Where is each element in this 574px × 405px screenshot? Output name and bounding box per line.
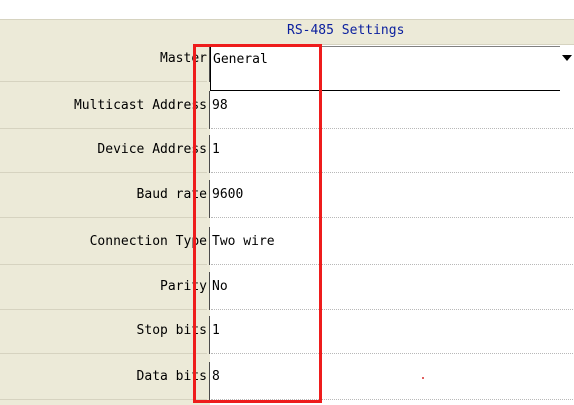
parity-label: Parity xyxy=(0,272,207,310)
multicast-address-label: Multicast Address xyxy=(0,91,207,129)
master-dropdown[interactable]: General xyxy=(210,46,560,91)
stop-bits-field[interactable]: 1 xyxy=(211,316,574,354)
column-separator xyxy=(209,180,210,218)
data-bits-label: Data bits xyxy=(0,362,207,400)
rs485-settings-panel: RS-485 Settings Master General Multicast… xyxy=(0,0,574,405)
baud-rate-field[interactable]: 9600 xyxy=(211,180,574,218)
device-address-label: Device Address xyxy=(0,135,207,173)
column-separator xyxy=(209,316,210,354)
row-connection-type: Connection Type Two wire xyxy=(0,227,574,265)
master-label: Master xyxy=(0,44,207,82)
master-dropdown-button[interactable] xyxy=(560,46,574,72)
column-separator xyxy=(209,91,210,129)
column-separator xyxy=(209,362,210,400)
multicast-address-field[interactable]: 98 xyxy=(211,91,574,129)
page-title: RS-485 Settings xyxy=(287,23,405,38)
stray-dot xyxy=(422,377,424,379)
row-parity: Parity No xyxy=(0,272,574,310)
baud-rate-label: Baud rate xyxy=(0,180,207,218)
column-separator xyxy=(209,135,210,173)
master-value: General xyxy=(213,52,268,67)
row-data-bits: Data bits 8 xyxy=(0,362,574,400)
column-separator xyxy=(209,272,210,310)
data-bits-field[interactable]: 8 xyxy=(211,362,574,400)
settings-header: RS-485 Settings xyxy=(0,19,574,45)
connection-type-field[interactable]: Two wire xyxy=(211,227,574,265)
column-separator xyxy=(209,227,210,265)
stop-bits-label: Stop bits xyxy=(0,316,207,354)
row-device-address: Device Address 1 xyxy=(0,135,574,173)
row-multicast-address: Multicast Address 98 xyxy=(0,91,574,129)
device-address-field[interactable]: 1 xyxy=(211,135,574,173)
row-baud-rate: Baud rate 9600 xyxy=(0,180,574,218)
connection-type-label: Connection Type xyxy=(0,227,207,265)
parity-field[interactable]: No xyxy=(211,272,574,310)
row-stop-bits: Stop bits 1 xyxy=(0,316,574,354)
